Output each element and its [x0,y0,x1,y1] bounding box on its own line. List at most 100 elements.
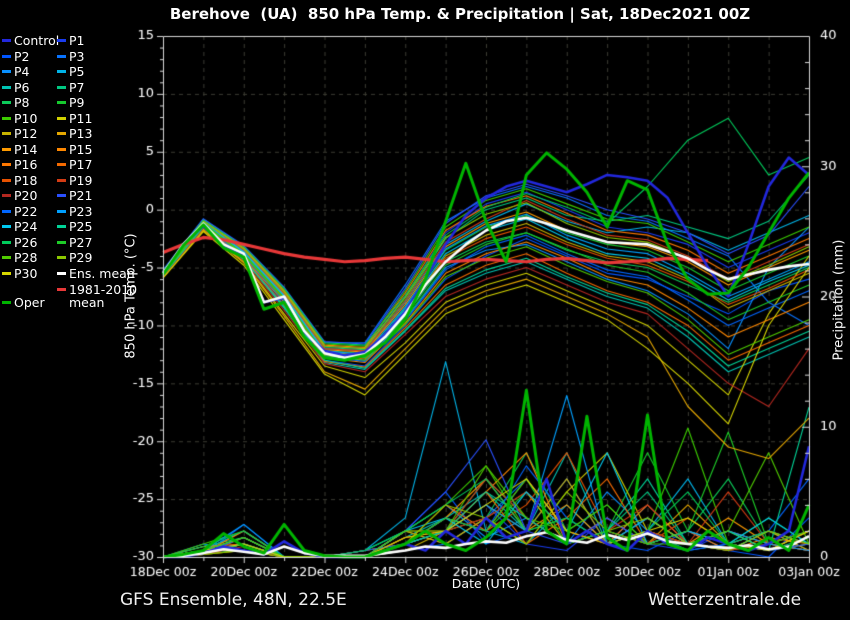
legend-swatch [2,101,11,104]
legend-label: P22 [14,204,37,219]
legend-item-p23: P23 [57,204,149,220]
legend-swatch [57,86,66,89]
legend-label: P6 [14,80,30,95]
legend-item-p30: P30 [2,266,57,282]
legend-item-p12: P12 [2,126,57,142]
legend-item-p26: P26 [2,235,57,251]
legend-label: P24 [14,219,37,234]
legend-label: P28 [14,250,37,265]
legend-item-p17: P17 [57,157,149,173]
chart-title: Berehove (UA) 850 hPa Temp. & Precipitat… [70,5,850,23]
legend-swatch [57,272,66,275]
legend-item-control: Control [2,33,57,49]
oper-label: Oper [14,295,45,310]
oper-swatch [2,301,11,304]
legend-swatch [57,241,66,244]
legend-label: P5 [69,64,85,79]
legend-label: P14 [14,142,37,157]
climate-mean-label-line2: mean [69,296,104,309]
legend-swatch [57,117,66,120]
legend-label: P13 [69,126,92,141]
legend-item-p14: P14 [2,142,57,158]
legend-item-p1: P1 [57,33,149,49]
legend-label: P16 [14,157,37,172]
legend-item-p6: P6 [2,80,57,96]
legend-label: P1 [69,33,85,48]
legend-swatch [2,272,11,275]
legend-item-p20: P20 [2,188,57,204]
legend-item-p24: P24 [2,219,57,235]
legend-swatch [57,225,66,228]
legend-swatch [2,55,11,58]
legend-label: P2 [14,49,30,64]
legend-item-p19: P19 [57,173,149,189]
legend-label: P25 [69,219,92,234]
y-axis-label-precipitation: Precipitation (mm) [832,240,847,361]
legend-label: P12 [14,126,37,141]
legend-swatch [57,148,66,151]
legend-label: P10 [14,111,37,126]
legend-item-p25: P25 [57,219,149,235]
legend-label: P3 [69,49,85,64]
legend-label: P20 [14,188,37,203]
legend-label: P27 [69,235,92,250]
legend-label: P29 [69,250,92,265]
legend-swatch [57,179,66,182]
legend-item-p16: P16 [2,157,57,173]
legend-label: P30 [14,266,37,281]
meteogram-page: Berehove (UA) 850 hPa Temp. & Precipitat… [0,0,850,620]
legend-label: P15 [69,142,92,157]
legend-item-p2: P2 [2,49,57,65]
legend-item-p18: P18 [2,173,57,189]
legend-swatch [2,163,11,166]
legend-swatch [2,241,11,244]
legend-swatch [2,132,11,135]
legend-swatch [57,39,66,42]
legend-label: P19 [69,173,92,188]
legend-swatch [2,210,11,213]
x-axis-label: Date (UTC) [163,576,809,591]
legend-label: P8 [14,95,30,110]
legend-swatch [57,101,66,104]
legend-swatch [2,86,11,89]
legend-item-p13: P13 [57,126,149,142]
legend-item-p11: P11 [57,111,149,127]
legend-label: P17 [69,157,92,172]
legend-swatch [57,55,66,58]
legend-label: P4 [14,64,30,79]
legend-item-p3: P3 [57,49,149,65]
legend-label: P23 [69,204,92,219]
legend-swatch [57,256,66,259]
legend-label: Control [14,33,59,48]
legend-swatch [57,194,66,197]
legend-item-p21: P21 [57,188,149,204]
legend-item-p22: P22 [2,204,57,220]
legend-swatch [2,225,11,228]
legend-swatch [2,117,11,120]
legend-swatch [57,163,66,166]
legend-swatch [57,210,66,213]
climate-mean-swatch [57,288,66,291]
legend-item-p4: P4 [2,64,57,80]
legend-swatch [57,70,66,73]
legend-item-p8: P8 [2,95,57,111]
legend-swatch [2,256,11,259]
legend-label: P18 [14,173,37,188]
legend-item-p28: P28 [2,250,57,266]
legend-label: P26 [14,235,37,250]
legend-swatch [2,70,11,73]
legend-item-p9: P9 [57,95,149,111]
legend-swatch [2,179,11,182]
legend-label: P11 [69,111,92,126]
model-location-caption: GFS Ensemble, 48N, 22.5E [120,590,347,610]
legend-swatch [2,194,11,197]
source-watermark: Wetterzentrale.de [648,590,801,610]
legend-swatch [2,148,11,151]
legend-item-p7: P7 [57,80,149,96]
legend-swatch [57,132,66,135]
y-axis-label-temperature: 850 hPa Temp. (°C) [124,233,139,358]
legend-item-p5: P5 [57,64,149,80]
legend-item-p15: P15 [57,142,149,158]
legend-item-oper: Oper [2,295,45,310]
legend-swatch [2,39,11,42]
